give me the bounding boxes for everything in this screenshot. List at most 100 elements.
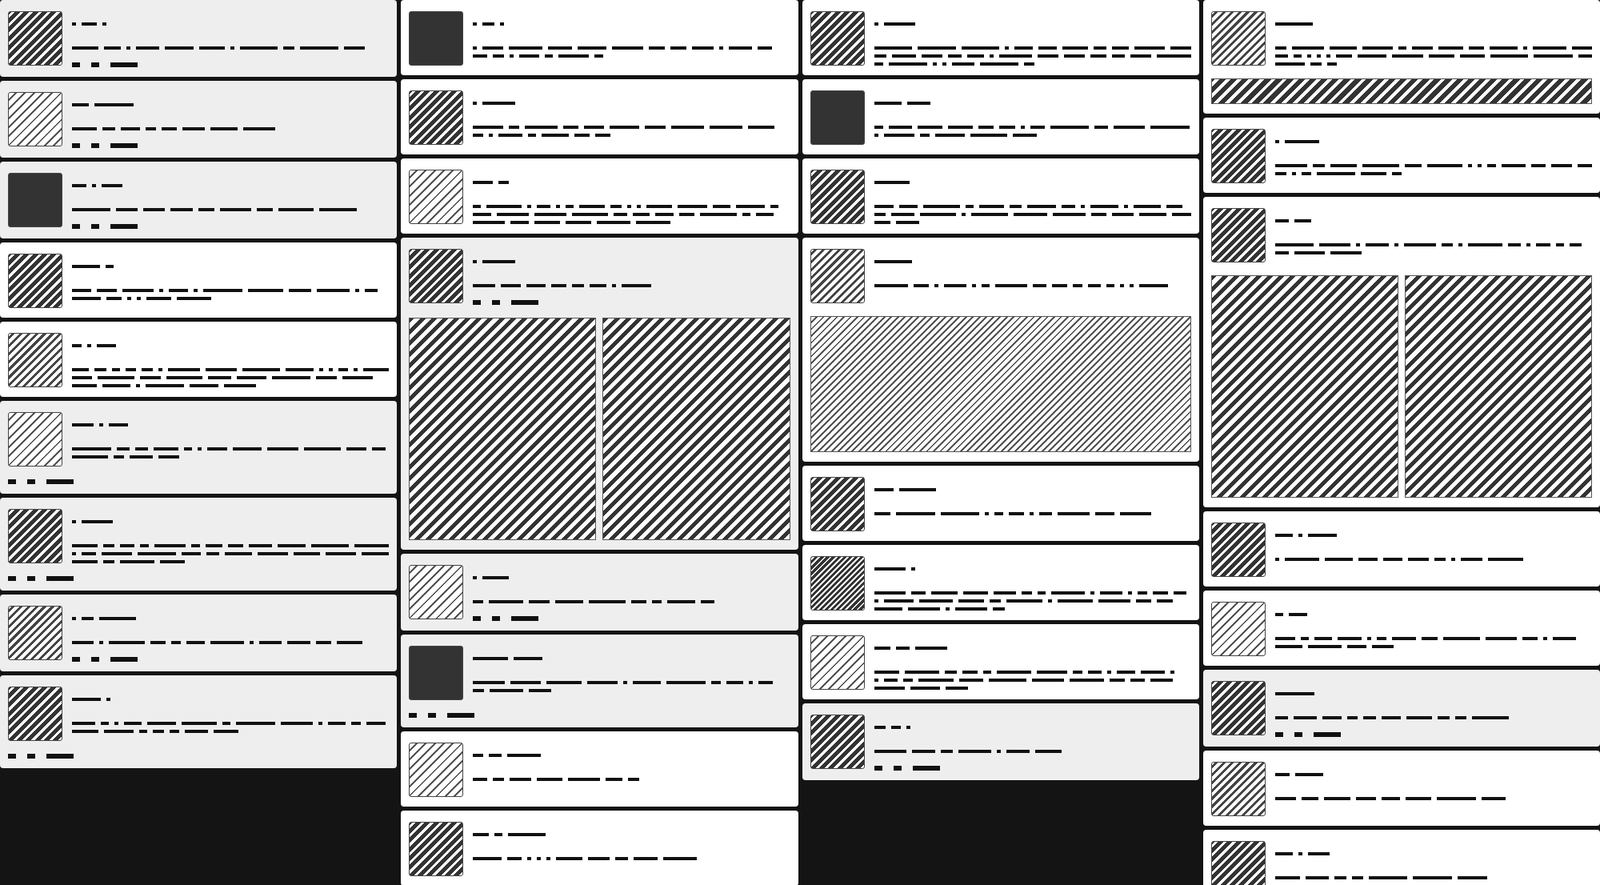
feed-card[interactable] [400, 79, 798, 155]
avatar-icon[interactable] [408, 90, 464, 145]
feed-card[interactable] [0, 80, 397, 158]
placeholder-dash [1552, 636, 1576, 640]
feed-card[interactable] [400, 237, 798, 550]
avatar-icon[interactable] [8, 332, 63, 388]
placeholder-dash [293, 552, 320, 556]
feed-card[interactable] [1203, 829, 1600, 885]
avatar-icon[interactable] [1211, 208, 1266, 263]
feed-card[interactable] [802, 158, 1200, 234]
avatar-icon[interactable] [810, 556, 865, 611]
card-media[interactable] [810, 316, 1192, 452]
feed-card[interactable] [0, 161, 397, 239]
feed-card[interactable] [0, 594, 397, 672]
footer-mark [110, 143, 138, 148]
placeholder-dash [961, 212, 966, 216]
feed-card[interactable] [802, 544, 1200, 620]
placeholder-dash [287, 640, 311, 644]
avatar-icon[interactable] [408, 169, 464, 224]
feed-card[interactable] [400, 158, 798, 234]
placeholder-dash [1094, 125, 1108, 129]
placeholder-dash [1460, 54, 1485, 58]
feed-card[interactable] [1203, 196, 1600, 508]
feed-card[interactable] [400, 553, 798, 631]
avatar-icon[interactable] [8, 412, 63, 467]
feed-card[interactable] [802, 0, 1200, 76]
avatar-icon[interactable] [8, 686, 63, 741]
avatar-icon[interactable] [8, 92, 63, 147]
placeholder-line [1275, 164, 1592, 168]
card-header [810, 635, 1192, 690]
media-image[interactable] [408, 317, 596, 540]
placeholder-dash [1501, 164, 1526, 168]
media-image[interactable] [1211, 78, 1592, 104]
feed-card[interactable] [0, 321, 397, 397]
feed-card[interactable] [400, 731, 798, 807]
feed-card[interactable] [802, 624, 1200, 700]
feed-card[interactable] [802, 465, 1200, 541]
placeholder-dash [1322, 716, 1342, 720]
avatar-icon[interactable] [810, 169, 865, 224]
avatar-icon[interactable] [1211, 128, 1266, 184]
avatar-icon[interactable] [810, 90, 865, 145]
avatar-icon[interactable] [810, 635, 865, 690]
card-footer [72, 224, 389, 229]
card-media[interactable] [408, 317, 790, 540]
card-header [8, 253, 389, 308]
avatar-icon[interactable] [1211, 11, 1266, 66]
feed-card[interactable] [1203, 590, 1600, 666]
feed-card[interactable] [1203, 117, 1600, 193]
avatar-icon[interactable] [8, 508, 63, 564]
card-media[interactable] [1211, 78, 1592, 104]
avatar-icon[interactable] [810, 248, 865, 304]
feed-card[interactable] [0, 0, 397, 77]
feed-card[interactable] [1203, 750, 1600, 826]
avatar-icon[interactable] [810, 11, 865, 66]
avatar-icon[interactable] [8, 605, 63, 660]
card-media[interactable] [1211, 275, 1592, 498]
placeholder-dash [1137, 591, 1148, 595]
media-image[interactable] [1211, 275, 1399, 498]
avatar-icon[interactable] [408, 645, 464, 700]
placeholder-dash [1275, 876, 1300, 880]
avatar-icon[interactable] [408, 821, 464, 876]
placeholder-dash [500, 22, 504, 26]
avatar-icon[interactable] [810, 714, 865, 769]
avatar-icon[interactable] [810, 476, 865, 532]
avatar-icon[interactable] [408, 11, 464, 66]
feed-card[interactable] [1203, 511, 1600, 587]
placeholder-dash [1027, 204, 1056, 208]
avatar-icon[interactable] [408, 742, 464, 797]
media-image[interactable] [602, 317, 790, 540]
feed-card[interactable] [1203, 0, 1600, 114]
avatar-icon[interactable] [1211, 601, 1266, 656]
feed-card[interactable] [802, 703, 1200, 780]
media-image[interactable] [810, 316, 1192, 452]
placeholder-dash [1394, 243, 1399, 247]
feed-card[interactable] [802, 79, 1200, 155]
card-content [874, 11, 1192, 66]
feed-card[interactable] [400, 634, 798, 728]
avatar-icon[interactable] [8, 11, 63, 66]
avatar-icon[interactable] [1211, 680, 1266, 736]
feed-card[interactable] [1203, 669, 1600, 747]
feed-card[interactable] [0, 242, 397, 318]
feed-card[interactable] [0, 675, 397, 768]
feed-card[interactable] [400, 0, 798, 76]
avatar-icon[interactable] [8, 253, 63, 308]
avatar-icon[interactable] [408, 564, 464, 620]
placeholder-dash [1090, 204, 1119, 208]
avatar-icon[interactable] [8, 172, 63, 228]
avatar-icon[interactable] [1211, 840, 1266, 885]
feed-card[interactable] [0, 497, 397, 591]
placeholder-dash [184, 447, 192, 451]
card-footer [408, 712, 790, 718]
avatar-icon[interactable] [408, 248, 464, 304]
feed-card[interactable] [0, 400, 397, 494]
media-image[interactable] [1404, 275, 1592, 498]
avatar-icon[interactable] [1211, 522, 1266, 577]
card-body [472, 680, 790, 692]
avatar-icon[interactable] [1211, 761, 1266, 816]
feed-card[interactable] [802, 237, 1200, 462]
placeholder-dash [1487, 164, 1496, 168]
feed-card[interactable] [400, 810, 798, 885]
